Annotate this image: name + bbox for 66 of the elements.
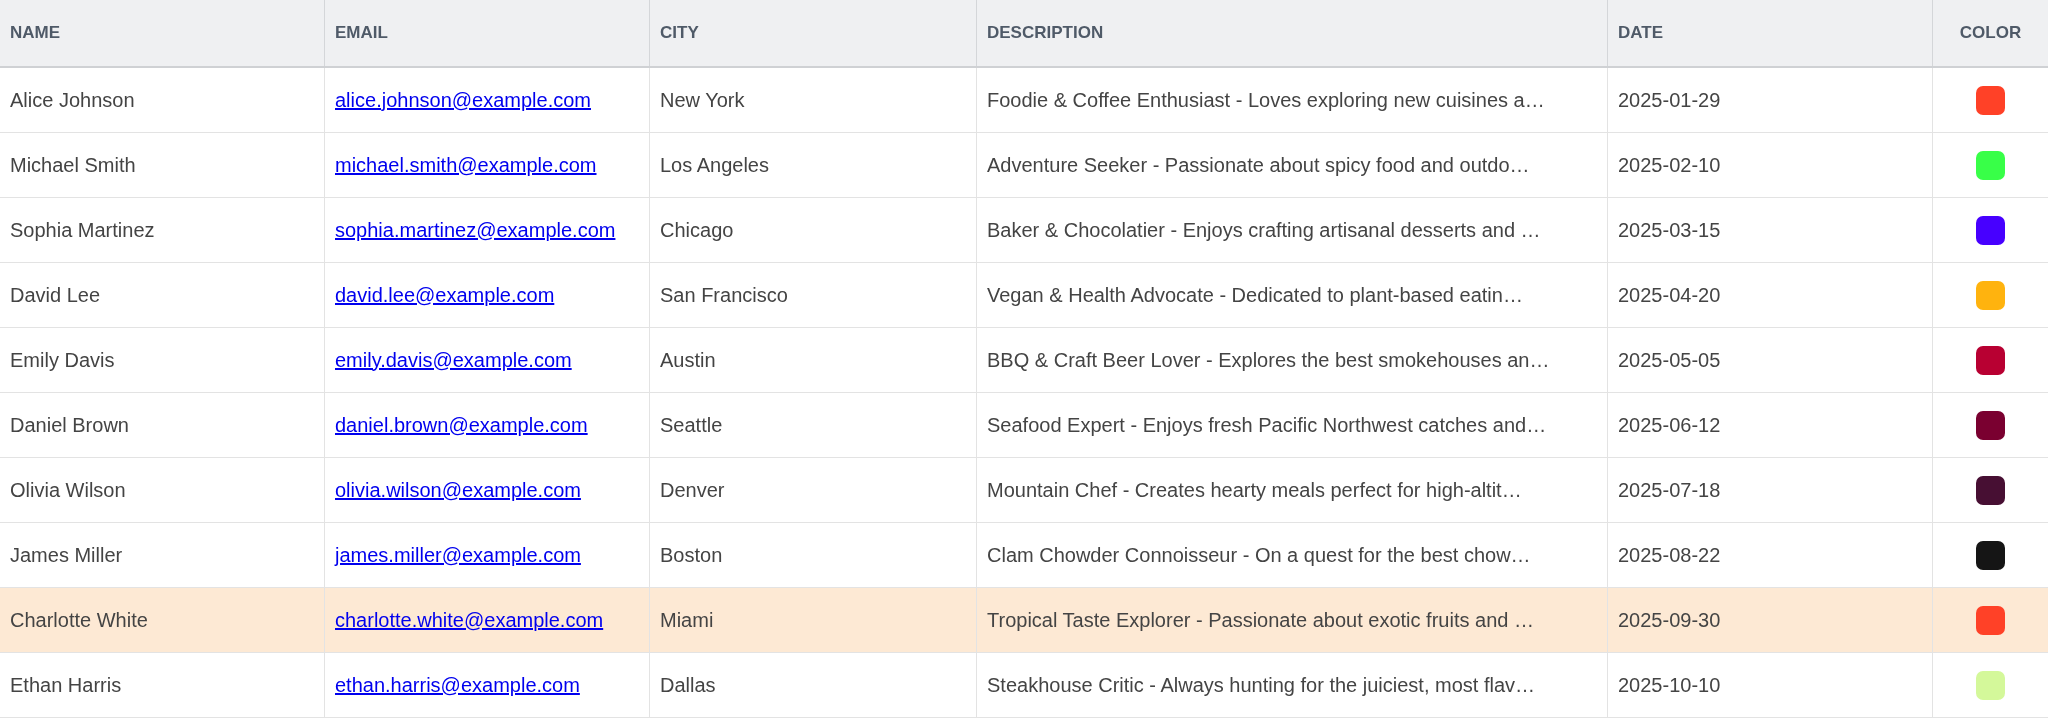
table-row[interactable]: Daniel Brown daniel.brown@example.com Seattle Seafood Expert - Enjoys fresh Pacific Northwest catches and… 2025-06-12 [0, 393, 2048, 458]
email-link[interactable]: alice.johnson@example.com [335, 88, 591, 112]
description-cell: BBQ & Craft Beer Lover - Explores the best smokehouses an… [987, 348, 1550, 372]
name-cell: Daniel Brown [10, 413, 129, 437]
table-row[interactable]: Charlotte White charlotte.white@example.com Miami Tropical Taste Explorer - Passionate about exotic fruits and … 2025-09-30 [0, 588, 2048, 653]
date-cell: 2025-01-29 [1618, 88, 1721, 112]
table-row[interactable]: Ethan Harris ethan.harris@example.com Dallas Steakhouse Critic - Always hunting for the juiciest, most flav… 2025-10-10 [0, 653, 2048, 718]
email-link[interactable]: ethan.harris@example.com [335, 673, 580, 697]
table-row[interactable]: Alice Johnson alice.johnson@example.com New York Foodie & Coffee Enthusiast - Loves exploring new cuisines a… 2025-01-29 [0, 68, 2048, 133]
name-cell: Charlotte White [10, 608, 148, 632]
city-cell: New York [660, 88, 745, 112]
description-cell: Seafood Expert - Enjoys fresh Pacific Northwest catches and… [987, 413, 1547, 437]
table-row[interactable]: David Lee david.lee@example.com San Francisco Vegan & Health Advocate - Dedicated to plant-based eatin… 2025-04-20 [0, 263, 2048, 328]
city-cell: Austin [660, 348, 716, 372]
date-cell: 2025-10-10 [1618, 673, 1721, 697]
name-cell: David Lee [10, 283, 101, 307]
description-cell: Steakhouse Critic - Always hunting for the juiciest, most flav… [987, 673, 1535, 697]
table-row[interactable]: Olivia Wilson olivia.wilson@example.com Denver Mountain Chef - Creates hearty meals perfect for high-altit… 2025-07-18 [0, 458, 2048, 523]
email-link[interactable]: daniel.brown@example.com [335, 413, 588, 437]
city-cell: Boston [660, 543, 723, 567]
description-cell: Clam Chowder Connoisseur - On a quest for the best chow… [987, 543, 1531, 567]
name-cell: Sophia Martinez [10, 218, 155, 242]
email-link[interactable]: james.miller@example.com [335, 543, 581, 567]
email-link[interactable]: michael.smith@example.com [335, 153, 597, 177]
date-cell: 2025-06-12 [1618, 413, 1721, 437]
city-cell: Miami [660, 608, 714, 632]
email-link[interactable]: olivia.wilson@example.com [335, 478, 581, 502]
column-header: NAME [10, 23, 61, 43]
name-cell: James Miller [10, 543, 123, 567]
email-link[interactable]: charlotte.white@example.com [335, 608, 604, 632]
city-cell: Chicago [660, 218, 734, 242]
date-cell: 2025-08-22 [1618, 543, 1721, 567]
column-header: DESCRIPTION [987, 23, 1104, 43]
name-cell: Ethan Harris [10, 673, 122, 697]
description-cell: Vegan & Health Advocate - Dedicated to plant-based eatin… [987, 283, 1523, 307]
name-cell: Emily Davis [10, 348, 115, 372]
city-cell: Denver [660, 478, 725, 502]
email-link[interactable]: david.lee@example.com [335, 283, 555, 307]
table-row[interactable]: Sophia Martinez sophia.martinez@example.com Chicago Baker & Chocolatier - Enjoys crafting artisanal desserts and … 2025-03-15 [0, 198, 2048, 263]
city-cell: San Francisco [660, 283, 788, 307]
date-cell: 2025-03-15 [1618, 218, 1721, 242]
column-header: COLOR [1959, 23, 2022, 43]
description-cell: Foodie & Coffee Enthusiast - Loves exploring new cuisines a… [987, 88, 1545, 112]
city-cell: Dallas [660, 673, 716, 697]
table-row[interactable]: Michael Smith michael.smith@example.com Los Angeles Adventure Seeker - Passionate about spicy food and outdo… 2025-02-10 [0, 133, 2048, 198]
column-header: DATE [1618, 23, 1663, 43]
date-cell: 2025-05-05 [1618, 348, 1721, 372]
table-row[interactable]: Emily Davis emily.davis@example.com Austin BBQ & Craft Beer Lover - Explores the best smokehouses an… 2025-05-05 [0, 328, 2048, 393]
email-link[interactable]: sophia.martinez@example.com [335, 218, 616, 242]
date-cell: 2025-04-20 [1618, 283, 1721, 307]
date-cell: 2025-02-10 [1618, 153, 1721, 177]
description-cell: Baker & Chocolatier - Enjoys crafting artisanal desserts and … [987, 218, 1541, 242]
column-header: EMAIL [335, 23, 388, 43]
city-cell: Seattle [660, 413, 723, 437]
name-cell: Michael Smith [10, 153, 136, 177]
date-cell: 2025-09-30 [1618, 608, 1721, 632]
name-cell: Olivia Wilson [10, 478, 126, 502]
date-cell: 2025-07-18 [1618, 478, 1721, 502]
city-cell: Los Angeles [660, 153, 769, 177]
description-cell: Adventure Seeker - Passionate about spicy food and outdo… [987, 153, 1530, 177]
description-cell: Tropical Taste Explorer - Passionate about exotic fruits and … [987, 608, 1534, 632]
name-cell: Alice Johnson [10, 88, 135, 112]
table-row[interactable]: James Miller james.miller@example.com Boston Clam Chowder Connoisseur - On a quest for the best chow… 2025-08-22 [0, 523, 2048, 588]
email-link[interactable]: emily.davis@example.com [335, 348, 572, 372]
column-header: CITY [660, 23, 699, 43]
description-cell: Mountain Chef - Creates hearty meals perfect for high-altit… [987, 478, 1522, 502]
